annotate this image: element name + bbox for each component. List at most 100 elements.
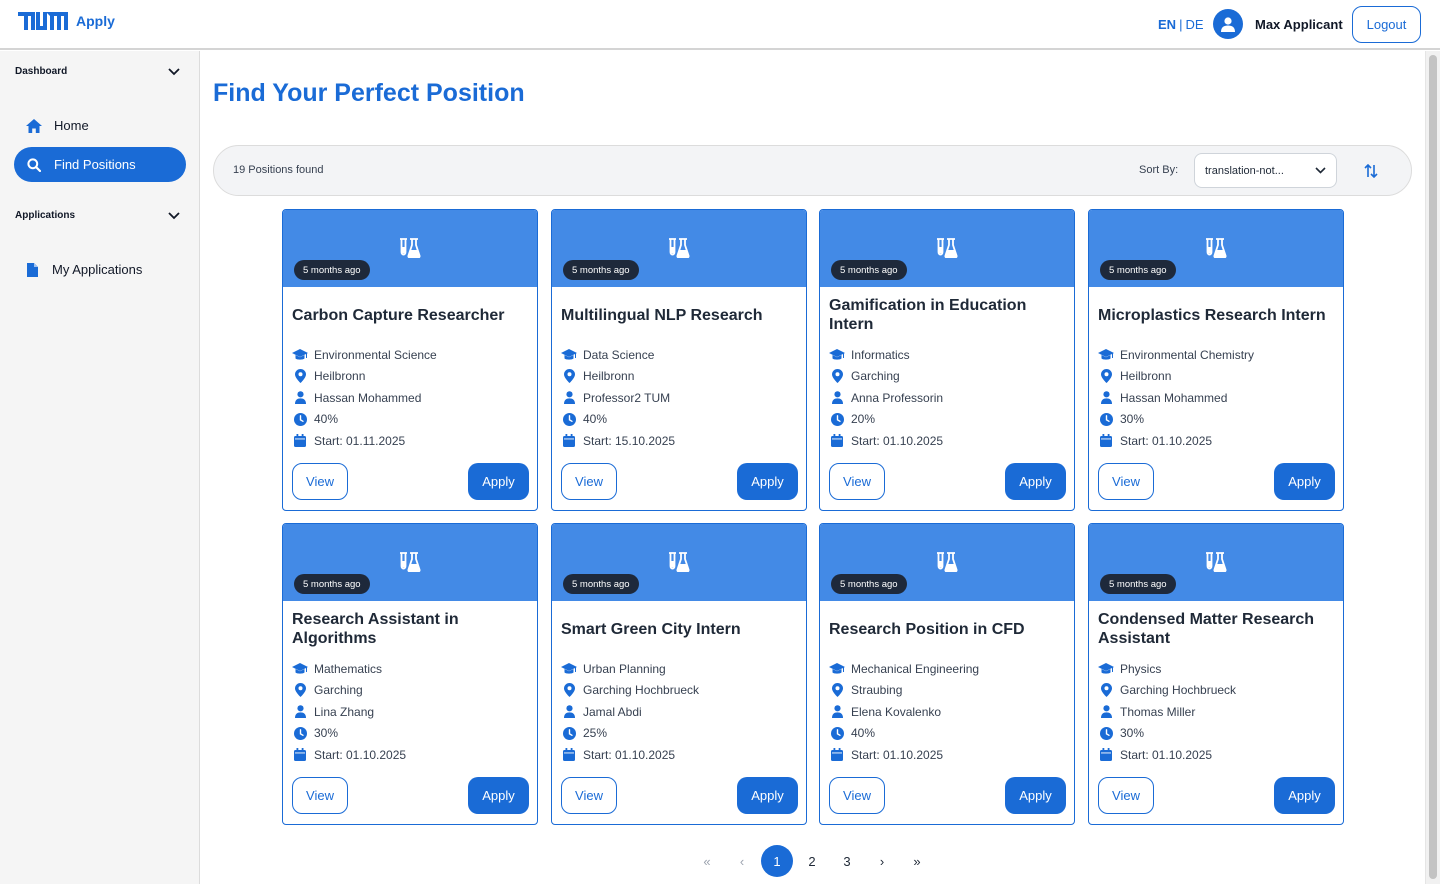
position-field-text: Data Science [583,347,655,362]
position-supervisor: Anna Professorin [829,387,1069,409]
position-workload-text: 30% [1120,726,1145,741]
card-header: 5 months ago [552,210,806,287]
view-button[interactable]: View [561,777,617,814]
position-start-text: Start: 01.10.2025 [851,747,944,762]
scrollbar-thumb[interactable] [1429,55,1437,879]
graduation-cap-icon [1098,348,1114,362]
sidebar-item-my-applications[interactable]: My Applications [14,252,186,287]
apply-button[interactable]: Apply [468,777,529,814]
position-field: Physics [1098,658,1338,680]
position-card[interactable]: 5 months ago Smart Green City Intern Urb… [551,523,807,825]
posted-badge: 5 months ago [294,260,370,280]
pagination-first[interactable]: « [691,845,723,877]
position-title-text: Gamification in Education Intern [829,297,1027,333]
pagination-page-2[interactable]: 2 [796,845,828,877]
sort-select[interactable]: translation-not... [1194,153,1337,188]
pagination-last[interactable]: » [901,845,933,877]
position-card[interactable]: 5 months ago Carbon Capture Researcher E… [282,209,538,511]
apply-button[interactable]: Apply [468,463,529,500]
lang-separator: | [1179,17,1183,32]
position-workload: 25% [561,723,801,745]
position-card[interactable]: 5 months ago Microplastics Research Inte… [1088,209,1344,511]
position-details: Urban Planning Garching Hochbrueck Jamal… [561,658,801,766]
location-pin-icon [829,683,845,698]
view-button[interactable]: View [292,463,348,500]
card-header: 5 months ago [1089,210,1343,287]
position-supervisor: Elena Kovalenko [829,701,1069,723]
position-title: Carbon Capture Researcher [292,295,532,335]
clock-icon [829,412,845,426]
sidebar-item-home[interactable]: Home [14,108,186,143]
person-icon [829,391,845,405]
lang-de[interactable]: DE [1185,17,1203,32]
position-details: Data Science Heilbronn Professor2 TUM 40… [561,344,801,452]
position-workload-text: 25% [583,726,608,741]
user-name: Max Applicant [1255,17,1343,32]
calendar-icon [1098,434,1114,448]
apply-button[interactable]: Apply [737,777,798,814]
view-button[interactable]: View [829,463,885,500]
view-button[interactable]: View [829,777,885,814]
position-supervisor-text: Elena Kovalenko [851,704,942,719]
position-title-text: Research Position in CFD [829,620,1025,638]
position-start-text: Start: 15.10.2025 [583,433,676,448]
position-card[interactable]: 5 months ago Multilingual NLP Research D… [551,209,807,511]
chevron-down-icon [168,67,180,75]
pagination-next[interactable]: › [866,845,898,877]
position-title: Research Assistant in Algorithms [292,609,532,649]
position-field: Urban Planning [561,658,801,680]
apply-button[interactable]: Apply [1274,777,1335,814]
sidebar-section-applications[interactable]: Applications [15,210,180,221]
view-button[interactable]: View [1098,463,1154,500]
position-title-text: Smart Green City Intern [561,620,741,638]
position-details: Mechanical Engineering Straubing Elena K… [829,658,1069,766]
position-location-text: Garching Hochbrueck [583,683,700,698]
position-title-text: Microplastics Research Intern [1098,306,1326,324]
pagination-page-1[interactable]: 1 [761,845,793,877]
apply-button[interactable]: Apply [1005,463,1066,500]
document-icon [24,262,40,278]
sidebar-section-dashboard[interactable]: Dashboard [15,66,180,77]
pagination-page-3[interactable]: 3 [831,845,863,877]
tum-logo[interactable]: Apply [18,12,115,30]
sidebar-item-find-positions[interactable]: Find Positions [14,147,186,182]
position-supervisor-text: Hassan Mohammed [1120,390,1228,405]
avatar[interactable] [1213,9,1243,39]
apply-button[interactable]: Apply [1005,777,1066,814]
position-card[interactable]: 5 months ago Research Position in CFD Me… [819,523,1075,825]
sort-label: Sort By: [1139,164,1179,176]
position-field: Environmental Science [292,344,532,366]
posted-badge: 5 months ago [563,574,639,594]
lang-en[interactable]: EN [1158,17,1176,32]
position-details: Environmental Chemistry Heilbronn Hassan… [1098,344,1338,452]
position-card[interactable]: 5 months ago Research Assistant in Algor… [282,523,538,825]
posted-badge: 5 months ago [1100,260,1176,280]
position-workload: 30% [1098,723,1338,745]
location-pin-icon [829,369,845,384]
person-icon [561,391,577,405]
pagination-prev[interactable]: ‹ [726,845,758,877]
sort-direction-icon[interactable] [1361,161,1381,181]
position-supervisor-text: Professor2 TUM [583,390,671,405]
graduation-cap-icon [829,348,845,362]
person-icon [561,705,577,719]
position-title: Condensed Matter Research Assistant [1098,609,1338,649]
apply-button[interactable]: Apply [737,463,798,500]
view-button[interactable]: View [292,777,348,814]
view-button[interactable]: View [1098,777,1154,814]
position-card[interactable]: 5 months ago Gamification in Education I… [819,209,1075,511]
position-supervisor-text: Hassan Mohammed [314,390,422,405]
position-card[interactable]: 5 months ago Condensed Matter Research A… [1088,523,1344,825]
apply-button[interactable]: Apply [1274,463,1335,500]
position-location: Straubing [829,680,1069,702]
logout-button[interactable]: Logout [1352,6,1421,43]
scrollbar[interactable] [1425,51,1440,884]
position-location-text: Heilbronn [314,369,366,384]
clock-icon [561,726,577,740]
view-button[interactable]: View [561,463,617,500]
position-workload: 30% [1098,409,1338,431]
brand-app-name: Apply [76,13,115,29]
position-supervisor-text: Lina Zhang [314,704,375,719]
position-title-text: Condensed Matter Research Assistant [1098,611,1315,647]
position-location: Heilbronn [292,366,532,388]
